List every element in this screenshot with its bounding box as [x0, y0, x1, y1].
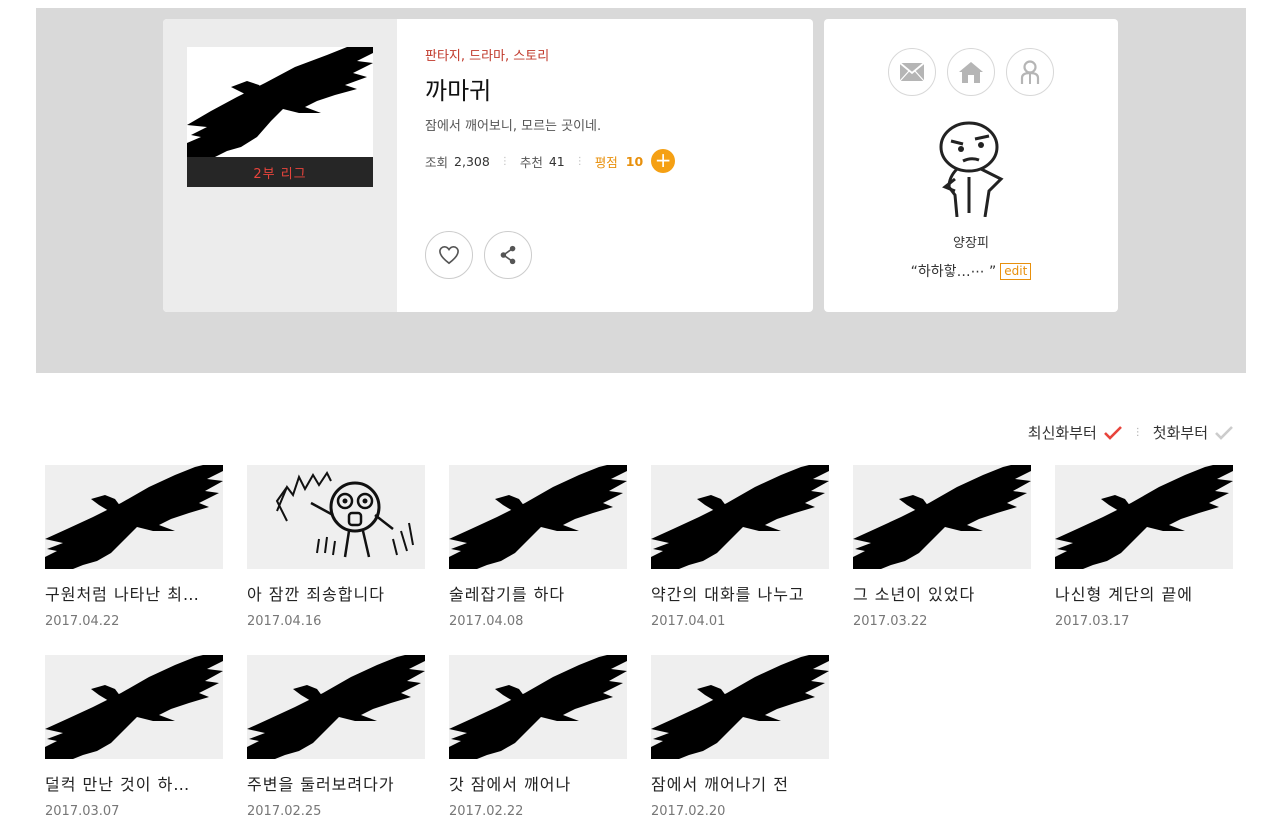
episode-date: 2017.04.16 — [247, 614, 322, 629]
series-title: 까마귀 — [425, 77, 492, 105]
home-icon — [959, 62, 983, 83]
episode-card[interactable]: 술레잡기를 하다 2017.04.08 — [449, 465, 627, 629]
episode-thumbnail — [449, 465, 627, 569]
home-button[interactable] — [947, 48, 995, 96]
crow-silhouette — [187, 47, 373, 157]
series-details: 판타지, 드라마, 스토리 까마귀 잠에서 깨어보니, 모르는 곳이네. 조회 … — [425, 19, 813, 312]
series-cover-image[interactable] — [187, 47, 373, 157]
author-name[interactable]: 양장피 — [824, 232, 1118, 251]
crow-silhouette — [1055, 465, 1233, 569]
episode-title: 나신형 계단의 끝에 — [1055, 585, 1193, 604]
episode-title: 술레잡기를 하다 — [449, 585, 566, 604]
series-synopsis: 잠에서 깨어보니, 모르는 곳이네. — [425, 119, 602, 134]
sort-separator: ⋮ — [1132, 427, 1143, 438]
league-badge: 2부 리그 — [187, 157, 373, 187]
crow-silhouette — [247, 655, 425, 759]
sort-first-button[interactable]: 첫화부터 — [1153, 422, 1234, 443]
episode-date: 2017.02.25 — [247, 804, 322, 819]
crow-silhouette — [449, 465, 627, 569]
episode-thumbnail — [45, 465, 223, 569]
episode-thumbnail — [45, 655, 223, 759]
episode-title: 덜컥 만난 것이 하… — [45, 775, 191, 794]
episode-card[interactable]: 나신형 계단의 끝에 2017.03.17 — [1055, 465, 1233, 629]
share-icon — [500, 245, 516, 265]
episode-date: 2017.04.01 — [651, 614, 726, 629]
episode-thumbnail — [1055, 465, 1233, 569]
person-icon — [1020, 60, 1040, 84]
episode-card[interactable]: 잠에서 깨어나기 전 2017.02.20 — [651, 655, 829, 819]
genre-list[interactable]: 판타지, 드라마, 스토리 — [425, 45, 549, 64]
episode-date: 2017.02.22 — [449, 804, 524, 819]
envelope-icon — [899, 62, 925, 82]
crow-silhouette — [853, 465, 1031, 569]
sort-latest-label: 최신화부터 — [1027, 424, 1097, 442]
cover-panel: 2부 리그 — [163, 19, 397, 312]
episode-thumbnail — [247, 465, 425, 569]
heart-icon — [439, 245, 459, 265]
crow-silhouette — [449, 655, 627, 759]
likes-label: 추천 — [519, 154, 543, 170]
episode-thumbnail — [449, 655, 627, 759]
episode-date: 2017.03.07 — [45, 804, 120, 819]
episode-card[interactable]: 구원처럼 나타난 최… 2017.04.22 — [45, 465, 223, 629]
series-info-card: 2부 리그 판타지, 드라마, 스토리 까마귀 잠에서 깨어보니, 모르는 곳이… — [163, 19, 813, 312]
views-label: 조회 — [425, 154, 449, 170]
sort-first-label: 첫화부터 — [1152, 424, 1208, 442]
episode-date: 2017.04.22 — [45, 614, 120, 629]
episode-card[interactable]: 덜컥 만난 것이 하… 2017.03.07 — [45, 655, 223, 819]
episode-card[interactable]: 주변을 둘러보려다가 2017.02.25 — [247, 655, 425, 819]
author-status-text: “하하핳…⋯ ” — [910, 264, 997, 280]
episode-title: 구원처럼 나타난 최… — [45, 585, 200, 604]
likes-count: 41 — [548, 153, 565, 169]
crow-silhouette — [45, 655, 223, 759]
profile-button[interactable] — [1006, 48, 1054, 96]
episode-title: 잠에서 깨어나기 전 — [651, 775, 789, 794]
message-button[interactable] — [888, 48, 936, 96]
edit-status-button[interactable]: edit — [1000, 263, 1032, 280]
episode-thumbnail — [853, 465, 1031, 569]
author-card: 양장피 “하하핳…⋯ ” edit — [824, 19, 1118, 312]
episode-card[interactable]: 약간의 대화를 나누고 2017.04.01 — [651, 465, 829, 629]
episode-date: 2017.03.22 — [853, 614, 928, 629]
episode-title: 갓 잠에서 깨어나 — [449, 775, 572, 794]
views-count: 2,308 — [454, 153, 490, 169]
share-button[interactable] — [484, 231, 532, 279]
add-rating-button[interactable]: + — [651, 149, 676, 173]
stat-separator: ⋮ — [574, 155, 585, 167]
episode-title: 그 소년이 있었다 — [853, 585, 976, 604]
author-avatar[interactable] — [919, 117, 1023, 217]
checkmark-icon — [1103, 425, 1122, 440]
episode-title: 약간의 대화를 나누고 — [651, 585, 805, 604]
crow-silhouette — [45, 465, 223, 569]
episode-date: 2017.03.17 — [1055, 614, 1130, 629]
rating-label: 평점 — [594, 154, 618, 170]
episode-thumbnail — [651, 465, 829, 569]
episode-date: 2017.04.08 — [449, 614, 524, 629]
episode-card[interactable]: 그 소년이 있었다 2017.03.22 — [853, 465, 1031, 629]
stat-separator: ⋮ — [499, 155, 510, 167]
rating-value: 10 — [625, 153, 644, 169]
favorite-button[interactable] — [425, 231, 473, 279]
sort-options: 최신화부터 ⋮ 첫화부터 — [1028, 422, 1234, 443]
crow-silhouette — [651, 465, 829, 569]
author-status: “하하핳…⋯ ” edit — [824, 261, 1118, 281]
screaming-doodle-illustration — [275, 471, 414, 558]
episode-card[interactable]: 갓 잠에서 깨어나 2017.02.22 — [449, 655, 627, 819]
episode-date: 2017.02.20 — [651, 804, 726, 819]
episode-title: 아 잠깐 죄송합니다 — [247, 585, 385, 604]
series-stats: 조회 2,308 ⋮ 추천 41 ⋮ 평점 10 + — [425, 149, 676, 173]
episode-card[interactable]: 아 잠깐 죄송합니다 2017.04.16 — [247, 465, 425, 629]
checkmark-icon — [1215, 425, 1233, 440]
episode-title: 주변을 둘러보려다가 — [247, 775, 395, 794]
sort-latest-button[interactable]: 최신화부터 — [1028, 422, 1123, 443]
episode-thumbnail — [247, 655, 425, 759]
episode-thumbnail — [651, 655, 829, 759]
crow-silhouette — [651, 655, 829, 759]
